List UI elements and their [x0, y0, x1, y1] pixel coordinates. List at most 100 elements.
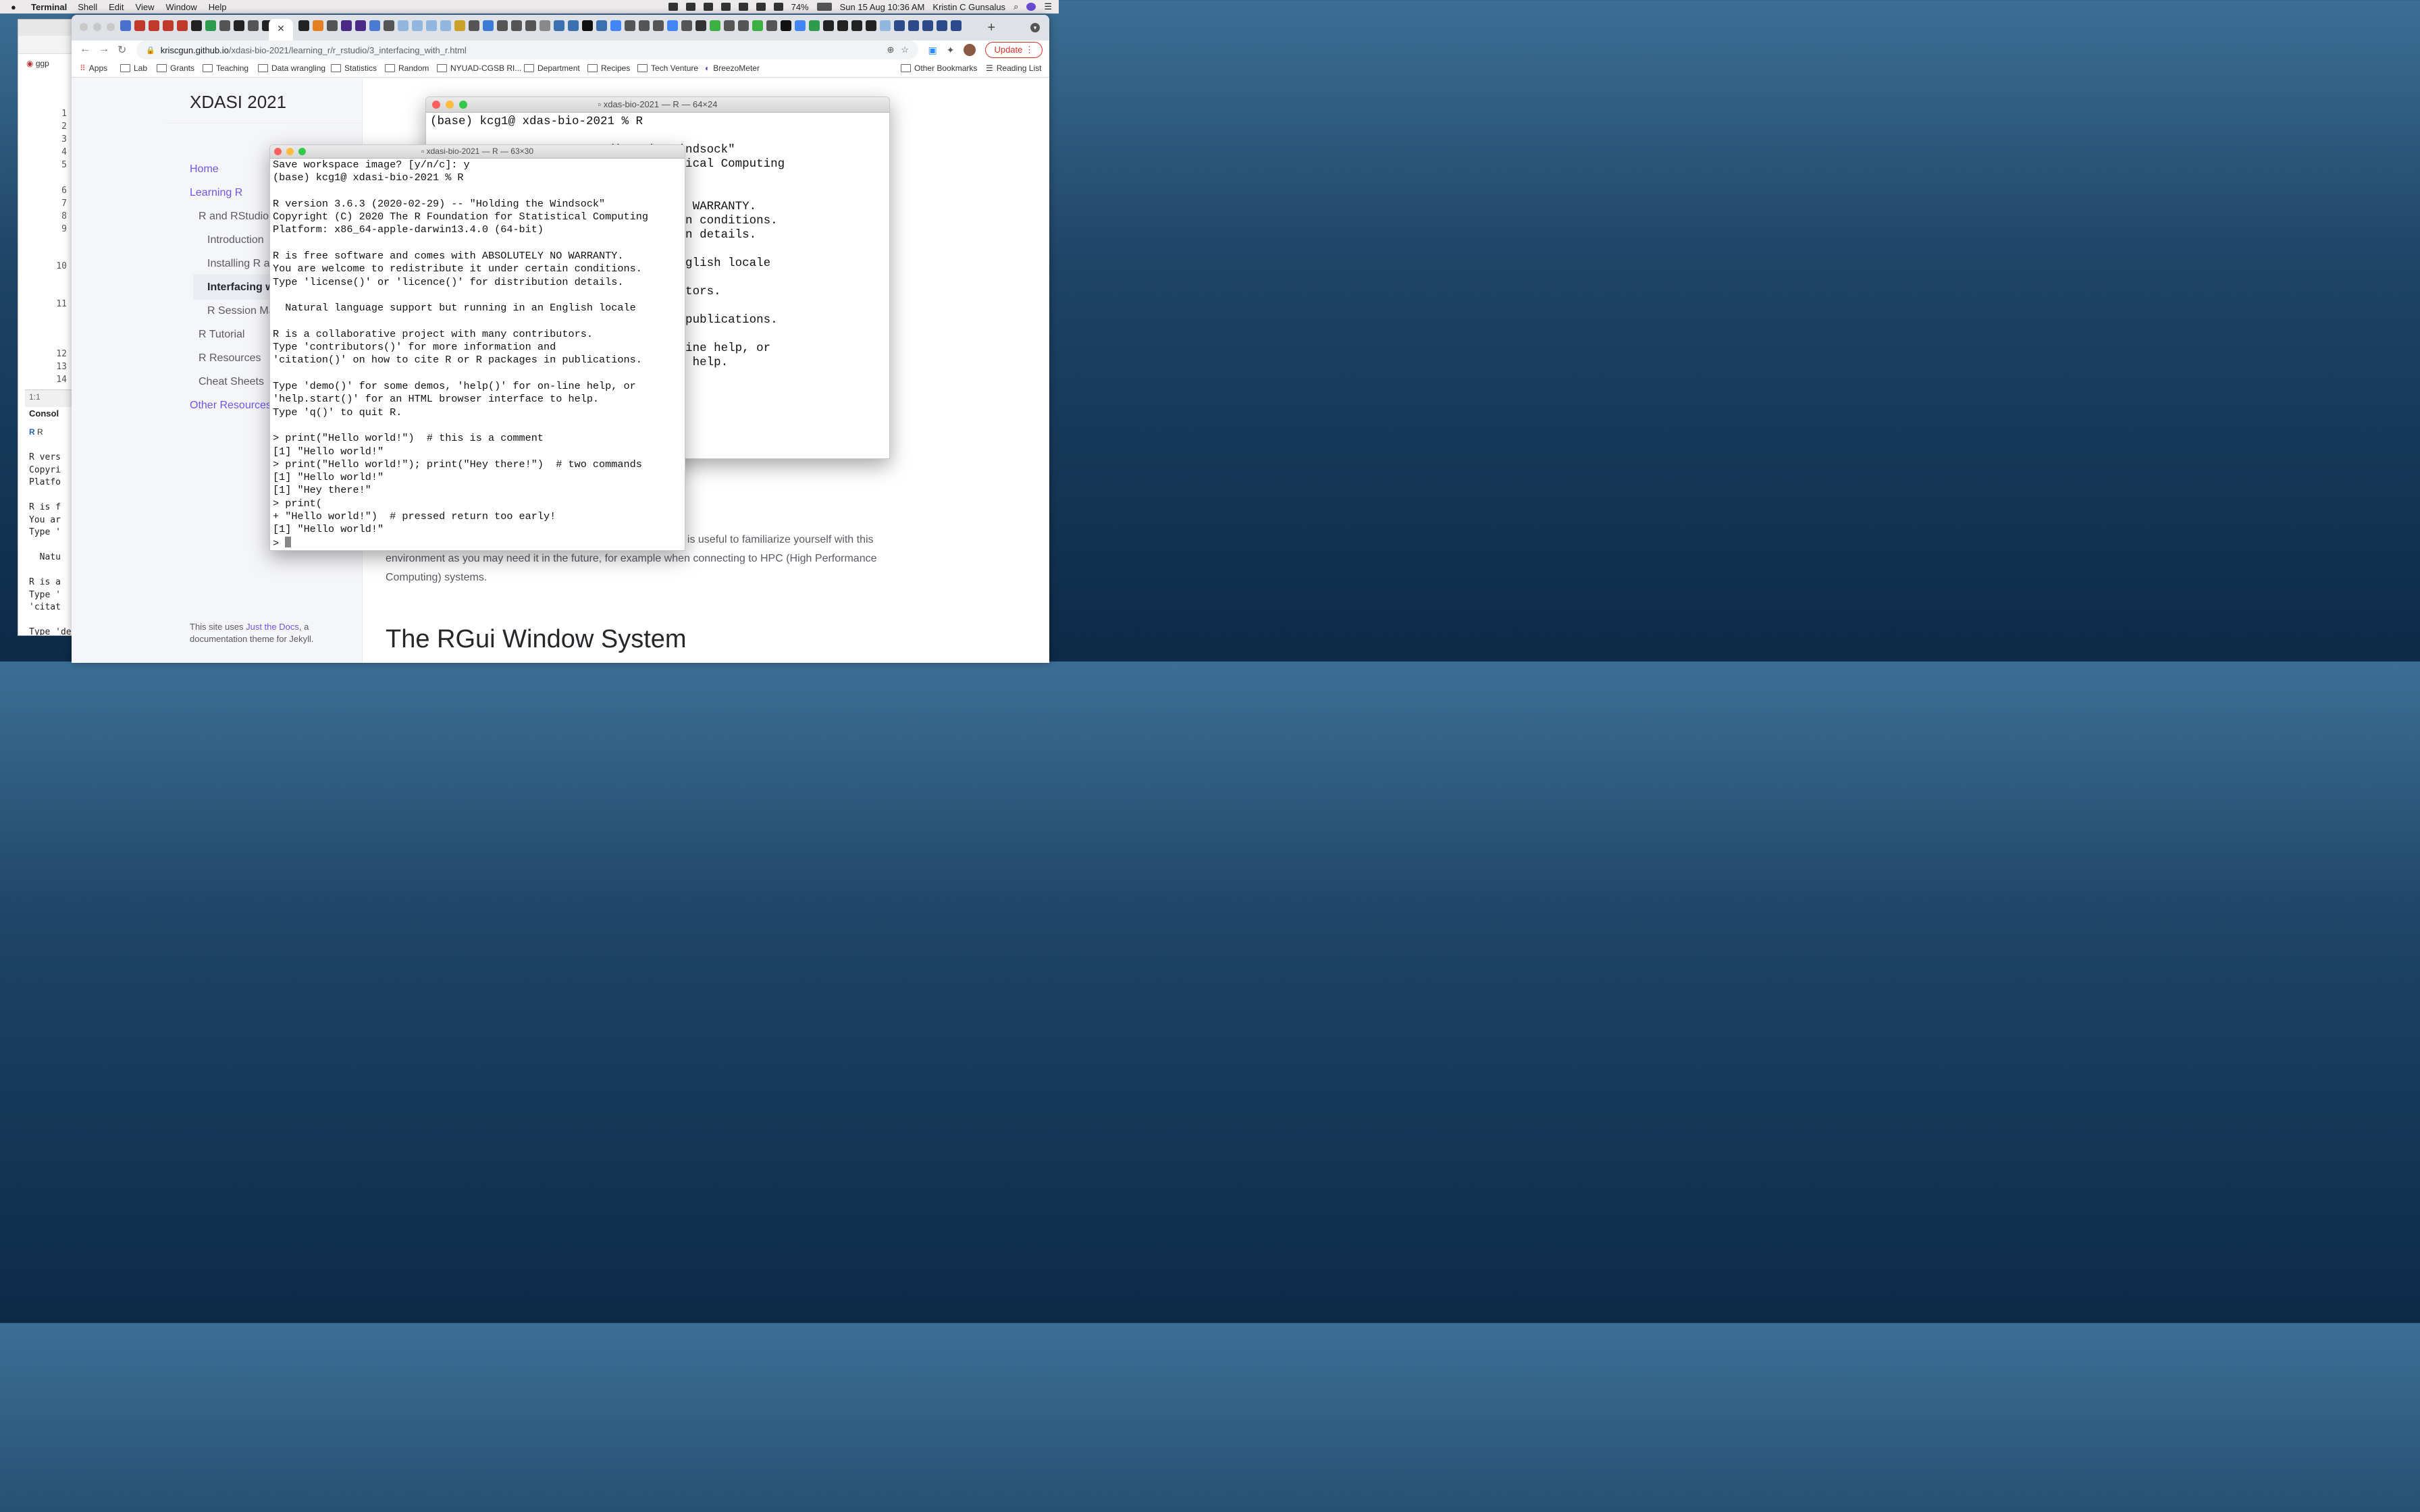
bookmark-folder[interactable]: Teaching: [203, 63, 248, 73]
active-tab[interactable]: ✕: [269, 19, 293, 40]
minimize-window-button[interactable]: [286, 148, 294, 155]
tab-favicon[interactable]: [724, 20, 735, 31]
tab-favicon[interactable]: [440, 20, 451, 31]
tab-favicon[interactable]: [908, 20, 919, 31]
tab-favicon[interactable]: [937, 20, 947, 31]
github-tab-icon[interactable]: [298, 20, 309, 31]
bookmark-folder[interactable]: Data wrangling: [258, 63, 325, 73]
github-tab-icon[interactable]: [823, 20, 834, 31]
close-window-button[interactable]: [274, 148, 282, 155]
tab-favicon[interactable]: [454, 20, 465, 31]
google-tab-icon[interactable]: [610, 20, 621, 31]
close-window-button[interactable]: [432, 101, 440, 109]
nav-interfacing[interactable]: Interfacing w: [207, 281, 274, 294]
tab-favicon[interactable]: [738, 20, 749, 31]
tab-favicon[interactable]: [809, 20, 820, 31]
minimize-window-button[interactable]: [446, 101, 454, 109]
other-bookmarks[interactable]: Other Bookmarks: [901, 63, 977, 73]
site-title[interactable]: XDASI 2021: [190, 92, 286, 113]
tab-favicon[interactable]: [219, 20, 230, 31]
zoom-icon[interactable]: ⊕: [887, 45, 894, 55]
tab-favicon[interactable]: [554, 20, 564, 31]
new-tab-button[interactable]: +: [987, 20, 995, 36]
nav-introduction[interactable]: Introduction: [207, 234, 264, 246]
zoom-extension-icon[interactable]: ▣: [928, 45, 937, 56]
tab-favicon[interactable]: [412, 20, 423, 31]
bookmark-folder[interactable]: Statistics: [331, 63, 377, 73]
bookmark-folder[interactable]: Lab: [120, 63, 147, 73]
bookmark-folder[interactable]: NYUAD-CGSB RI...: [437, 63, 521, 73]
tab-favicon[interactable]: [163, 20, 174, 31]
tab-favicon[interactable]: [766, 20, 777, 31]
nav-session[interactable]: R Session Ma: [207, 305, 275, 317]
rstudio-console-tab[interactable]: Consol: [29, 408, 59, 418]
apple-icon[interactable]: ●: [11, 2, 22, 12]
tab-favicon[interactable]: [205, 20, 216, 31]
tab-favicon[interactable]: [582, 20, 593, 31]
tab-favicon[interactable]: [469, 20, 479, 31]
github-tab-icon[interactable]: [851, 20, 862, 31]
tab-favicon[interactable]: [710, 20, 720, 31]
lock-icon[interactable]: 🔒: [146, 46, 155, 55]
just-the-docs-link[interactable]: Just the Docs: [246, 622, 299, 632]
bookmark-folder[interactable]: Recipes: [587, 63, 630, 73]
tab-favicon[interactable]: [355, 20, 366, 31]
tab-favicon[interactable]: [497, 20, 508, 31]
extensions-puzzle-icon[interactable]: ✦: [947, 45, 955, 56]
tab-favicon[interactable]: [149, 20, 159, 31]
bookmark-folder[interactable]: Tech Venture: [637, 63, 698, 73]
tab-favicon[interactable]: [341, 20, 352, 31]
datetime[interactable]: Sun 15 Aug 10:36 AM: [840, 2, 925, 12]
tab-favicon[interactable]: [248, 20, 259, 31]
tab-favicon[interactable]: [795, 20, 806, 31]
google-tab-icon[interactable]: [667, 20, 678, 31]
terminal-titlebar[interactable]: ▫ xdas-bio-2021 — R — 64×24: [426, 97, 889, 113]
tab-favicon[interactable]: [384, 20, 394, 31]
tab-favicon[interactable]: [568, 20, 579, 31]
address-bar[interactable]: 🔒 kriscgun.github.io/xdasi-bio-2021/lear…: [136, 40, 918, 59]
volume-icon[interactable]: [773, 3, 783, 11]
kebab-menu-icon[interactable]: ⋮: [1025, 45, 1034, 55]
bookmark-folder[interactable]: Random: [385, 63, 429, 73]
tab-favicon[interactable]: [681, 20, 692, 31]
tab-favicon[interactable]: [525, 20, 536, 31]
github-tab-icon[interactable]: [837, 20, 848, 31]
bluetooth-icon[interactable]: [756, 3, 766, 11]
nav-tutorial[interactable]: R Tutorial: [199, 329, 244, 341]
bookmark-folder[interactable]: Grants: [157, 63, 194, 73]
dropbox-icon[interactable]: [685, 3, 695, 11]
tab-favicon[interactable]: [134, 20, 145, 31]
rstudio-editor-tab[interactable]: ◉ ggp: [26, 59, 49, 68]
nav-resources[interactable]: R Resources: [199, 352, 261, 364]
nav-cheat-sheets[interactable]: Cheat Sheets: [199, 376, 264, 388]
spotlight-icon[interactable]: ⌕: [1014, 1, 1018, 12]
tab-favicon[interactable]: [951, 20, 962, 31]
wifi-icon[interactable]: [738, 3, 748, 11]
tab-favicon[interactable]: [120, 20, 131, 31]
tab-favicon[interactable]: [369, 20, 380, 31]
menubar-app-name[interactable]: Terminal: [31, 2, 67, 12]
bookmark-folder[interactable]: Department: [524, 63, 580, 73]
tab-favicon[interactable]: [752, 20, 763, 31]
tab-favicon[interactable]: [483, 20, 494, 31]
reading-list[interactable]: ☰ Reading List: [986, 63, 1041, 73]
menu-view[interactable]: View: [136, 2, 155, 12]
github-tab-icon[interactable]: [191, 20, 202, 31]
menu-shell[interactable]: Shell: [78, 2, 97, 12]
tab-favicon[interactable]: [398, 20, 409, 31]
tab-favicon[interactable]: [781, 20, 791, 31]
zoom-window-button[interactable]: [298, 148, 306, 155]
siri-icon[interactable]: [1026, 3, 1036, 11]
update-button[interactable]: Update ⋮: [985, 42, 1043, 58]
bookmark-apps[interactable]: ⠿ Apps: [80, 63, 107, 73]
terminal-window-front[interactable]: ▫ xdasi-bio-2021 — R — 63×30 Save worksp…: [269, 144, 685, 551]
back-arrow-icon[interactable]: ←: [80, 43, 90, 55]
reload-icon[interactable]: ↻: [117, 43, 126, 57]
tab-favicon[interactable]: [426, 20, 437, 31]
terminal-output[interactable]: Save workspace image? [y/n/c]: y (base) …: [273, 159, 648, 550]
tab-favicon[interactable]: [540, 20, 550, 31]
close-tab-icon[interactable]: ✕: [277, 23, 285, 34]
close-window-button[interactable]: [80, 23, 88, 31]
zoom-window-button[interactable]: [459, 101, 467, 109]
zoom-window-button[interactable]: [107, 23, 115, 31]
